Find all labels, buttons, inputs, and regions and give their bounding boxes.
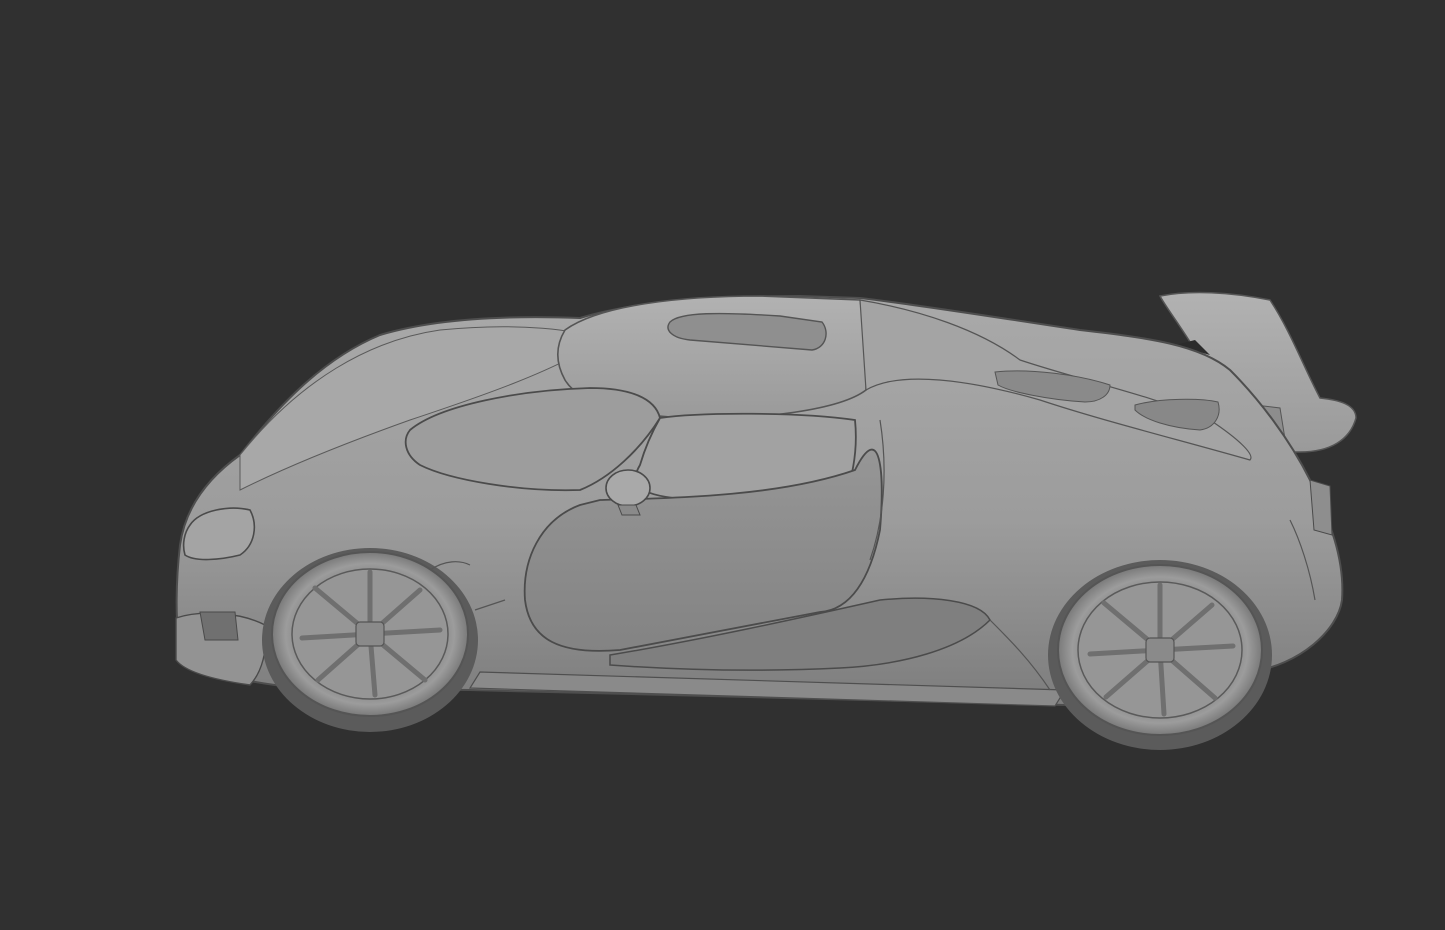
rear-wheel [1057, 564, 1263, 736]
3d-viewport[interactable] [0, 0, 1445, 930]
car-model[interactable] [0, 0, 1445, 930]
front-wheel [271, 551, 469, 717]
